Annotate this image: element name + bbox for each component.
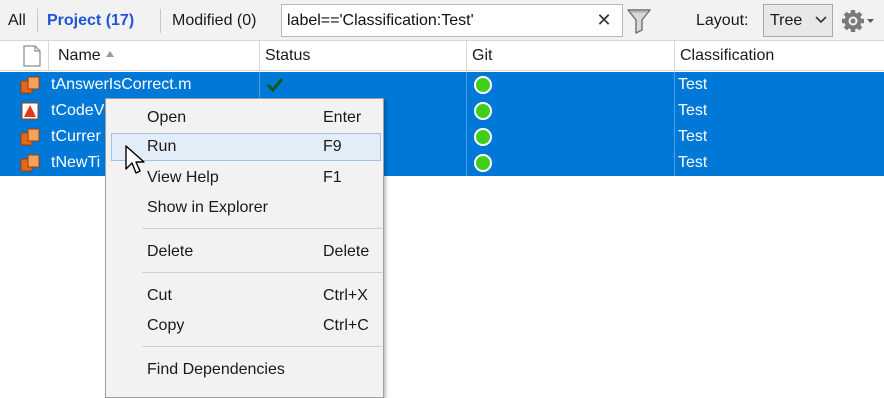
menu-item-copy[interactable]: Copy Ctrl+C bbox=[111, 312, 381, 340]
menu-item-label: Find Dependencies bbox=[147, 361, 285, 378]
menu-item-label: Delete bbox=[147, 243, 194, 260]
search-input[interactable] bbox=[282, 5, 582, 36]
menu-item-shortcut: Ctrl+C bbox=[323, 317, 369, 334]
menu-item-shortcut: F1 bbox=[323, 169, 342, 186]
file-name: tNewTi bbox=[51, 154, 101, 171]
menu-item-delete[interactable]: Delete Delete bbox=[111, 238, 381, 266]
menu-separator bbox=[142, 272, 382, 273]
menu-item-shortcut: Enter bbox=[323, 109, 362, 126]
menu-separator bbox=[142, 228, 382, 229]
matlab-test-file-icon bbox=[20, 154, 40, 172]
cell-divider bbox=[674, 98, 675, 124]
matlab-test-file-icon bbox=[20, 76, 40, 94]
column-header-git[interactable]: Git bbox=[472, 41, 492, 71]
table-header: Name Status Git Classification bbox=[0, 41, 884, 71]
filter-icon[interactable] bbox=[627, 8, 651, 34]
cell-divider bbox=[466, 124, 467, 150]
menu-item-open[interactable]: Open Enter bbox=[111, 104, 381, 132]
toolbar: All Project (17) Modified (0) ✕ Layout: … bbox=[0, 0, 884, 41]
menu-item-view-help[interactable]: View Help F1 bbox=[111, 164, 381, 192]
gear-icon[interactable] bbox=[841, 8, 877, 34]
classification-cell: Test bbox=[678, 102, 708, 119]
sort-ascending-icon bbox=[105, 51, 114, 57]
cell-divider bbox=[466, 72, 467, 98]
column-header-status[interactable]: Status bbox=[265, 41, 310, 71]
classification-cell: Test bbox=[678, 128, 708, 145]
column-divider bbox=[466, 41, 467, 71]
tab-modified[interactable]: Modified (0) bbox=[172, 0, 256, 41]
menu-item-shortcut: F9 bbox=[323, 138, 342, 155]
menu-item-shortcut: Delete bbox=[323, 243, 370, 260]
column-header-name-label: Name bbox=[58, 47, 101, 64]
context-menu: Open Enter Run F9 View Help F1 Show in E… bbox=[105, 98, 384, 398]
file-name: tAnswerIsCorrect.m bbox=[51, 76, 192, 93]
document-icon bbox=[23, 45, 41, 67]
check-icon bbox=[266, 78, 284, 93]
menu-separator bbox=[142, 346, 382, 347]
tab-all[interactable]: All bbox=[8, 0, 26, 41]
column-divider bbox=[48, 41, 49, 71]
cell-divider bbox=[466, 98, 467, 124]
menu-item-find-dependencies[interactable]: Find Dependencies bbox=[111, 356, 381, 384]
menu-item-label: Copy bbox=[147, 317, 185, 334]
cell-divider bbox=[674, 150, 675, 176]
classification-cell: Test bbox=[678, 76, 708, 93]
close-icon[interactable]: ✕ bbox=[587, 5, 621, 36]
table-row[interactable]: tAnswerIsCorrect.m Test bbox=[0, 72, 884, 98]
menu-item-label: Show in Explorer bbox=[147, 199, 268, 216]
file-name: tCodeV bbox=[51, 102, 105, 119]
cell-divider bbox=[259, 72, 260, 98]
mouse-pointer-icon bbox=[125, 145, 145, 174]
git-status-icon bbox=[474, 76, 492, 94]
menu-item-shortcut: Ctrl+X bbox=[323, 287, 368, 304]
cell-divider bbox=[674, 72, 675, 98]
menu-item-label: View Help bbox=[147, 169, 219, 186]
matlab-test-file-icon bbox=[20, 128, 40, 146]
chevron-down-icon bbox=[815, 16, 827, 24]
cell-divider bbox=[466, 150, 467, 176]
menu-item-label: Open bbox=[147, 109, 187, 126]
layout-select[interactable]: Tree bbox=[763, 4, 833, 37]
toolbar-divider bbox=[37, 9, 38, 33]
cell-divider bbox=[674, 124, 675, 150]
column-header-name[interactable]: Name bbox=[58, 41, 114, 71]
menu-item-label: Cut bbox=[147, 287, 172, 304]
layout-value: Tree bbox=[770, 12, 803, 29]
file-name: tCurrer bbox=[51, 128, 101, 145]
git-status-icon bbox=[474, 128, 492, 146]
git-status-icon bbox=[474, 154, 492, 172]
column-divider bbox=[259, 41, 260, 71]
menu-item-show-in-explorer[interactable]: Show in Explorer bbox=[111, 194, 381, 222]
menu-item-label: Run bbox=[147, 138, 177, 155]
matlab-file-icon bbox=[21, 102, 39, 120]
column-divider bbox=[674, 41, 675, 71]
toolbar-divider bbox=[160, 9, 161, 33]
classification-cell: Test bbox=[678, 154, 708, 171]
menu-item-cut[interactable]: Cut Ctrl+X bbox=[111, 282, 381, 310]
menu-item-run[interactable]: Run F9 bbox=[111, 133, 381, 161]
git-status-icon bbox=[474, 102, 492, 120]
search-box: ✕ bbox=[281, 4, 623, 37]
column-header-classification[interactable]: Classification bbox=[680, 41, 774, 71]
tab-project[interactable]: Project (17) bbox=[47, 0, 134, 41]
layout-label: Layout: bbox=[696, 12, 749, 29]
